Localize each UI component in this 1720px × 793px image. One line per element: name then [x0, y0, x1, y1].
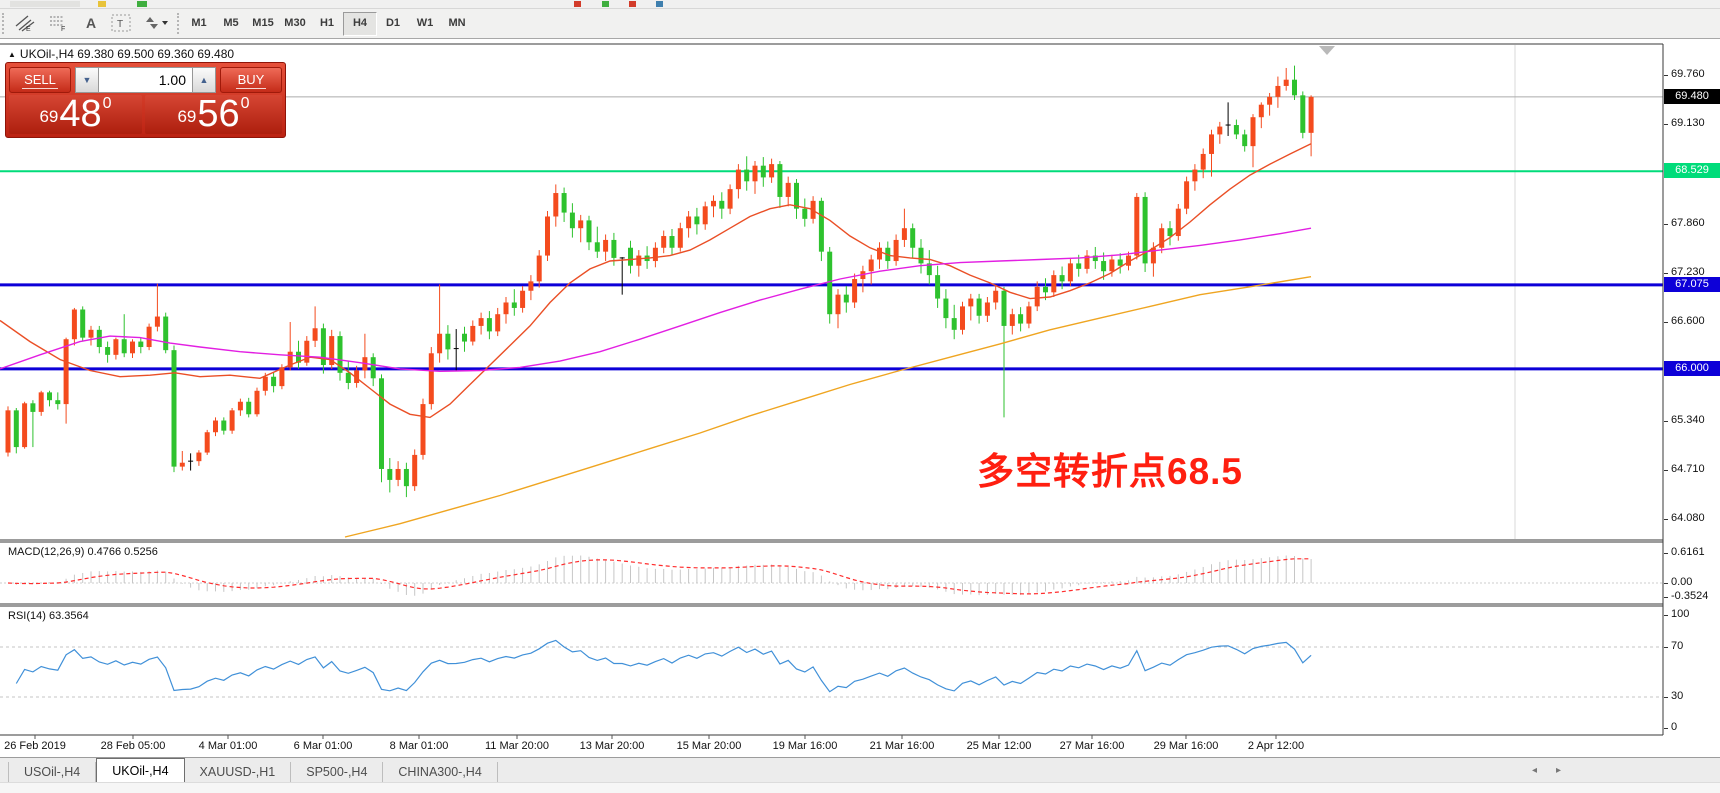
axis-tick: [1664, 421, 1668, 422]
volume-input[interactable]: 1.00: [99, 67, 192, 93]
macd-signal-line: [8, 559, 1311, 594]
axis-tick: [1664, 647, 1668, 648]
level-price-badge: 66.000: [1664, 361, 1720, 376]
axis-tick: [1664, 553, 1668, 554]
sell-button[interactable]: SELL: [9, 67, 71, 93]
axis-tick: [1664, 322, 1668, 323]
direction-up-icon: ▲: [8, 50, 16, 59]
level-price-badge: 68.529: [1664, 163, 1720, 178]
level-price-badge: 67.075: [1664, 277, 1720, 292]
price-tick-label: 65.340: [1671, 414, 1720, 426]
buy-button[interactable]: BUY: [220, 67, 282, 93]
axis-tick: [1664, 697, 1668, 698]
macd-tick-label: 0.00: [1671, 576, 1720, 588]
macd-label: MACD(12,26,9) 0.4766 0.5256: [8, 546, 158, 558]
symbol-header: ▲ UKOil-,H4 69.380 69.500 69.360 69.480: [8, 47, 234, 61]
buy-price-panel[interactable]: 69 56 0: [145, 95, 282, 134]
fast-ma: [0, 144, 1311, 418]
buy-price-digits: 56: [197, 97, 239, 131]
buy-price-major: 69: [177, 107, 196, 127]
rsi-tick-label: 100: [1671, 608, 1720, 620]
price-tick-label: 66.600: [1671, 315, 1720, 327]
price-tick-label: 67.860: [1671, 217, 1720, 229]
volume-stepper: ▼ 1.00 ▲: [75, 67, 216, 93]
axis-tick: [1664, 597, 1668, 598]
current-price-badge: 69.480: [1664, 89, 1720, 104]
macd-tick-label: 0.6161: [1671, 546, 1720, 558]
rsi-line: [16, 640, 1311, 691]
axis-tick: [1664, 615, 1668, 616]
macd-tick-label: -0.3524: [1671, 590, 1720, 602]
volume-decrease-button[interactable]: ▼: [75, 67, 99, 93]
price-tick-label: 69.130: [1671, 117, 1720, 129]
symbol-ohlc-text: UKOil-,H4 69.380 69.500 69.360 69.480: [20, 47, 234, 61]
price-tick-label: 69.760: [1671, 68, 1720, 80]
rsi-label: RSI(14) 63.3564: [8, 610, 89, 622]
axis-tick: [1664, 124, 1668, 125]
sell-price-major: 69: [39, 107, 58, 127]
axis-tick: [1664, 519, 1668, 520]
buy-price-pipette: 0: [241, 95, 250, 113]
sell-price-digits: 48: [59, 97, 101, 131]
chart-shift-marker: [1319, 46, 1335, 55]
rsi-tick-label: 70: [1671, 640, 1720, 652]
macd-histogram: [8, 556, 1311, 596]
volume-increase-button[interactable]: ▲: [192, 67, 216, 93]
axis-tick: [1664, 75, 1668, 76]
sell-price-pipette: 0: [103, 95, 112, 113]
axis-tick: [1664, 273, 1668, 274]
price-tick-label: 64.080: [1671, 512, 1720, 524]
sell-price-panel[interactable]: 69 48 0: [9, 95, 142, 134]
terminal-window: E F A T M1M5M15M30H1H4D1W1MN: [0, 0, 1720, 792]
rsi-tick-label: 30: [1671, 690, 1720, 702]
one-click-trading-panel: SELL ▼ 1.00 ▲ BUY 69 48 0 69 56 0: [5, 62, 286, 138]
axis-tick: [1664, 224, 1668, 225]
rsi-tick-label: 0: [1671, 721, 1720, 733]
axis-tick: [1664, 583, 1668, 584]
price-tick-label: 64.710: [1671, 463, 1720, 475]
axis-tick: [1664, 470, 1668, 471]
axis-tick: [1664, 728, 1668, 729]
chart-annotation-text: 多空转折点68.5: [977, 441, 1243, 495]
